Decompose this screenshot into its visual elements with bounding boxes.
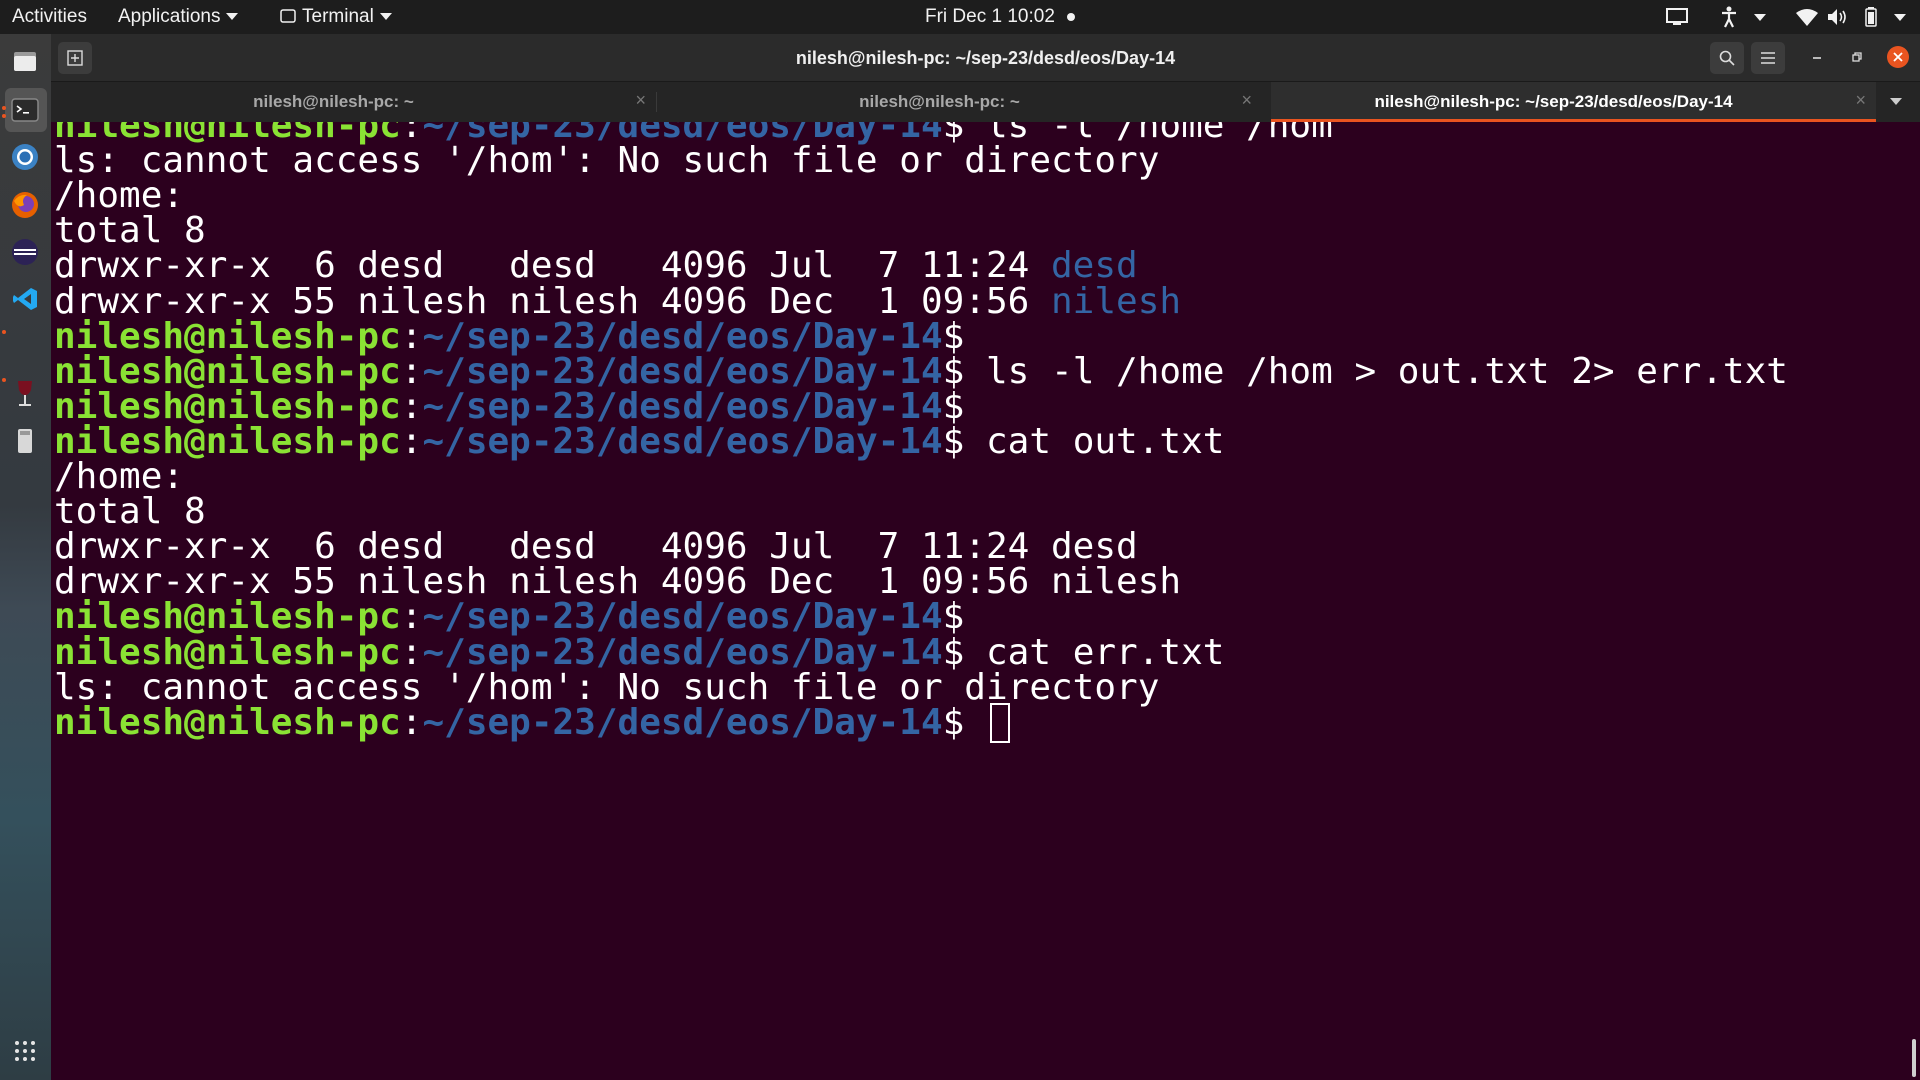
prompt-path: ~/sep-23/desd/eos/Day-14 (422, 420, 943, 462)
dock (0, 34, 51, 1080)
terminal-menu-label: Terminal (302, 6, 374, 27)
prompt-path: ~/sep-23/desd/eos/Day-14 (422, 701, 943, 743)
output-line: ls: cannot access '/hom': No such file o… (54, 139, 1159, 182)
running-indicator (2, 378, 6, 382)
volume-icon[interactable] (1827, 8, 1849, 26)
tab-label: nilesh@nilesh-pc: ~ (859, 92, 1020, 111)
screen-icon[interactable] (1666, 7, 1688, 27)
running-indicator (2, 106, 6, 110)
running-indicator (2, 330, 6, 334)
output-text: ls: cannot access '/hom': No such file o… (54, 140, 1160, 182)
activities-button[interactable]: Activities (12, 6, 87, 28)
window-title: nilesh@nilesh-pc: ~/sep-23/desd/eos/Day-… (795, 48, 1176, 68)
prompt-dollar: $ (942, 420, 965, 462)
terminal-small-icon (280, 9, 296, 23)
firefox-icon[interactable] (8, 188, 42, 222)
text-cursor (990, 702, 1011, 743)
clock-label: Fri Dec 1 10:02 (925, 6, 1055, 27)
chevron-down-icon[interactable] (1754, 14, 1766, 21)
prompt-line: nilesh@nilesh-pc:~/sep-23/desd/eos/Day-1… (54, 701, 1011, 744)
command-text: cat out.txt (964, 420, 1225, 462)
battery-icon[interactable] (1865, 7, 1877, 27)
applications-menu[interactable]: Applications (118, 6, 239, 28)
tab-bar: nilesh@nilesh-pc: ~ × nilesh@nilesh-pc: … (51, 82, 1920, 122)
tab-day-14[interactable]: nilesh@nilesh-pc: ~/sep-23/desd/eos/Day-… (1271, 82, 1876, 122)
scrollbar[interactable] (1912, 1039, 1916, 1077)
minimize-icon (1813, 57, 1821, 59)
terminal-icon[interactable] (8, 93, 42, 127)
tab-home-2[interactable]: nilesh@nilesh-pc: ~ × (657, 82, 1262, 122)
prompt-separator: : (400, 420, 423, 462)
minimize-button[interactable] (1806, 46, 1828, 68)
close-tab-icon[interactable]: × (635, 90, 646, 111)
search-icon (1719, 50, 1735, 66)
maximize-button[interactable] (1846, 46, 1868, 68)
notification-dot-icon (1066, 12, 1075, 21)
tab-label: nilesh@nilesh-pc: ~ (253, 92, 414, 111)
usb-drive-icon[interactable] (8, 424, 42, 458)
close-button[interactable] (1887, 46, 1909, 68)
window-header: nilesh@nilesh-pc: ~/sep-23/desd/eos/Day-… (51, 34, 1920, 82)
eclipse-icon[interactable] (8, 235, 42, 269)
top-panel: Activities Applications Terminal Fri Dec… (0, 0, 1920, 34)
terminal-app-menu[interactable]: Terminal (280, 6, 392, 28)
close-icon (1893, 52, 1903, 62)
tab-home-1[interactable]: nilesh@nilesh-pc: ~ × (51, 82, 656, 122)
restore-icon (1852, 52, 1862, 62)
chrome-icon[interactable] (8, 140, 42, 174)
wine-icon[interactable] (8, 377, 42, 411)
prompt-line: nilesh@nilesh-pc:~/sep-23/desd/eos/Day-1… (54, 420, 1224, 463)
hamburger-icon (1761, 52, 1775, 64)
wifi-icon[interactable] (1796, 8, 1818, 26)
chevron-down-icon (226, 13, 239, 21)
command-text (964, 702, 986, 743)
tab-label: nilesh@nilesh-pc: ~/sep-23/desd/eos/Day-… (1374, 92, 1733, 111)
chevron-down-icon[interactable] (1894, 14, 1906, 21)
close-tab-icon[interactable]: × (1855, 90, 1866, 111)
tab-list-dropdown-icon[interactable] (1890, 98, 1902, 106)
directory-name: nilesh (1051, 280, 1182, 322)
prompt-user: nilesh@nilesh-pc (54, 701, 401, 743)
close-tab-icon[interactable]: × (1241, 90, 1252, 111)
search-button[interactable] (1710, 42, 1744, 74)
prompt-separator: : (400, 701, 423, 743)
accessibility-icon[interactable] (1720, 6, 1738, 28)
vscode-icon[interactable] (8, 282, 42, 316)
files-icon[interactable] (8, 44, 42, 78)
menu-button[interactable] (1751, 42, 1785, 74)
applications-label: Applications (118, 6, 221, 27)
command-text: ls -l /home /hom > out.txt 2> err.txt (964, 350, 1788, 392)
terminal-view[interactable]: nilesh@nilesh-pc:~/sep-23/desd/eos/Day-1… (51, 122, 1920, 1080)
prompt-dollar: $ (942, 701, 965, 743)
running-indicator (2, 114, 6, 118)
app-grid-icon[interactable] (8, 1034, 42, 1068)
chevron-down-icon (379, 13, 392, 21)
clock[interactable]: Fri Dec 1 10:02 (925, 6, 1075, 28)
